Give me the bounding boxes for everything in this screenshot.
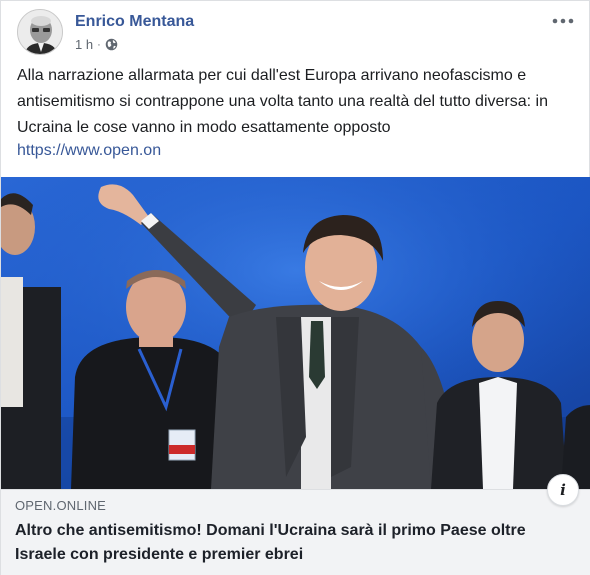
info-button[interactable]: i	[547, 474, 579, 506]
author-name[interactable]: Enrico Mentana	[75, 13, 194, 31]
meta-separator: ·	[97, 38, 101, 51]
post-text: Alla narrazione allarmata per cui dall'e…	[17, 67, 548, 136]
post-meta: 1 h ·	[75, 37, 118, 52]
more-options-button[interactable]	[549, 11, 577, 31]
post-link[interactable]: https://www.open.on	[17, 142, 161, 160]
globe-icon[interactable]	[105, 38, 118, 51]
post-header: Enrico Mentana 1 h ·	[17, 9, 577, 57]
avatar[interactable]	[17, 9, 63, 55]
facebook-post: Enrico Mentana 1 h · Alla narrazione all…	[0, 0, 590, 575]
link-headline[interactable]: Altro che antisemitismo! Domani l'Ucrain…	[15, 519, 535, 567]
link-preview-card[interactable]: i OPEN.ONLINE Altro che antisemitismo! D…	[1, 474, 590, 575]
link-domain: OPEN.ONLINE	[15, 498, 107, 513]
post-time[interactable]: 1 h	[75, 37, 93, 52]
link-preview-image[interactable]	[1, 177, 590, 489]
more-dots-icon	[552, 18, 574, 24]
info-icon: i	[560, 481, 566, 499]
